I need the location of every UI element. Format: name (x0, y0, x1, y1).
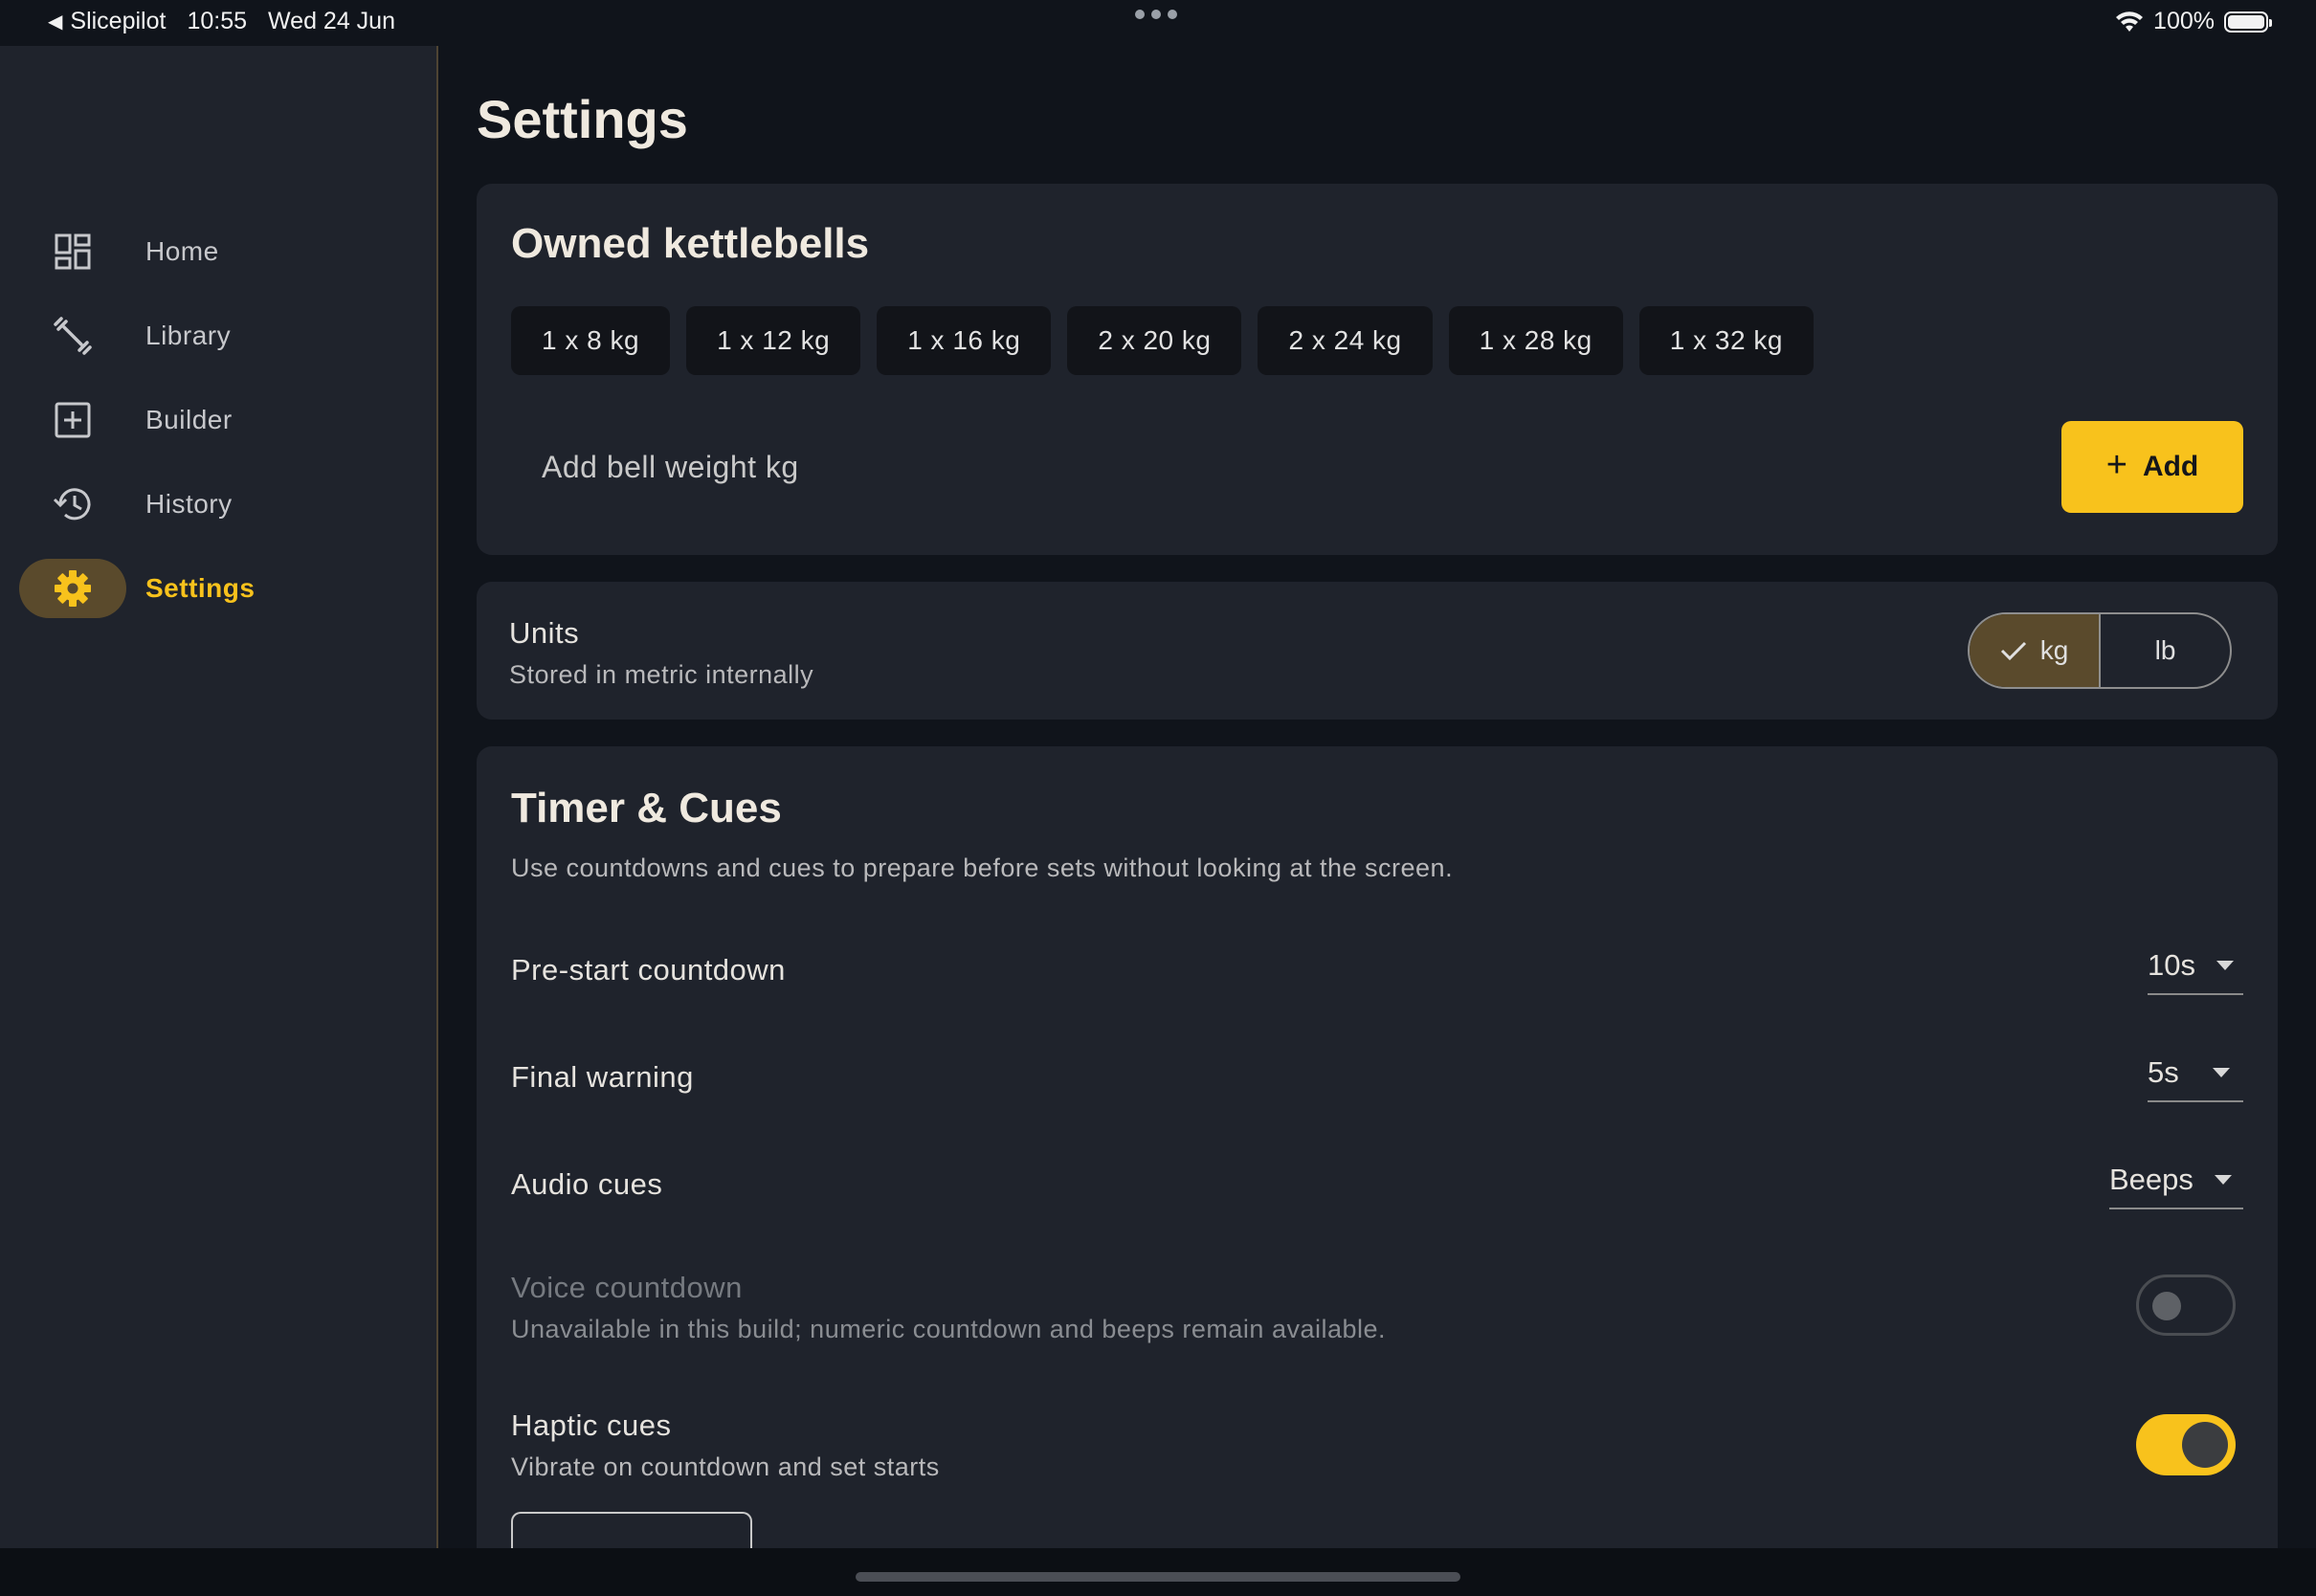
units-segmented-control: kg lb (1968, 612, 2232, 689)
audio-cues-value: Beeps (2109, 1163, 2194, 1196)
voice-countdown-subtitle: Unavailable in this build; numeric count… (511, 1315, 1387, 1343)
kettlebell-chip[interactable]: 1 x 12 kg (686, 306, 861, 375)
status-left: ◀ Slicepilot 10:55 Wed 24 Jun (48, 8, 395, 35)
status-bar: ◀ Slicepilot 10:55 Wed 24 Jun 100% (0, 0, 2316, 46)
add-box-icon (19, 390, 126, 450)
final-warning-label: Final warning (511, 1060, 694, 1094)
kettlebell-chip-list: 1 x 8 kg 1 x 12 kg 1 x 16 kg 2 x 20 kg 2… (511, 306, 1814, 375)
sidebar-item-builder[interactable]: Builder (19, 388, 421, 452)
timer-cues-title: Timer & Cues (511, 785, 782, 831)
kettlebell-chip[interactable]: 1 x 32 kg (1638, 306, 1814, 375)
home-indicator[interactable] (856, 1572, 1460, 1582)
kettlebell-chip[interactable]: 1 x 16 kg (877, 306, 1052, 375)
battery-icon (2224, 11, 2272, 33)
add-bell-button[interactable]: + Add (2061, 421, 2243, 513)
history-icon (19, 475, 126, 534)
pre-start-select[interactable]: 10s (2148, 938, 2243, 995)
sidebar-item-home[interactable]: Home (19, 220, 421, 283)
voice-countdown-row: Voice countdown Unavailable in this buil… (511, 1271, 1386, 1344)
battery-percent: 100% (2153, 8, 2215, 34)
kettlebells-card: Owned kettlebells 1 x 8 kg 1 x 12 kg 1 x… (477, 184, 2278, 555)
kettlebell-chip[interactable]: 2 x 24 kg (1258, 306, 1433, 375)
sidebar-item-history[interactable]: History (19, 473, 421, 536)
dropdown-caret-icon (2213, 1068, 2230, 1077)
units-text: Units Stored in metric internally (509, 616, 813, 690)
bell-weight-input[interactable]: Add bell weight kg (542, 450, 799, 485)
units-option-lb[interactable]: lb (2101, 614, 2230, 687)
haptic-cues-label: Haptic cues (511, 1408, 672, 1442)
wifi-icon (2116, 11, 2144, 32)
sidebar-item-label: Library (145, 321, 232, 350)
dropdown-caret-icon (2214, 1175, 2232, 1185)
page-title: Settings (477, 89, 688, 149)
sidebar-item-label: Settings (145, 573, 256, 603)
dumbbell-icon (19, 306, 126, 366)
units-card: Units Stored in metric internally kg lb (477, 582, 2278, 720)
units-option-kg[interactable]: kg (1970, 614, 2101, 687)
back-app-label[interactable]: Slicepilot (70, 8, 166, 35)
final-warning-select[interactable]: 5s (2148, 1045, 2243, 1102)
sidebar-item-settings[interactable]: Settings (19, 557, 421, 620)
status-right: 100% (2115, 8, 2272, 35)
voice-countdown-toggle[interactable] (2136, 1275, 2236, 1336)
status-time: 10:55 (187, 8, 248, 34)
audio-cues-label: Audio cues (511, 1167, 663, 1201)
sidebar-item-library[interactable]: Library (19, 304, 421, 367)
sidebar-item-label: Builder (145, 405, 233, 434)
timer-cues-card: Timer & Cues Use countdowns and cues to … (477, 746, 2278, 1596)
audio-cues-select[interactable]: Beeps (2109, 1152, 2243, 1209)
pre-start-label: Pre-start countdown (511, 953, 786, 986)
kettlebell-chip[interactable]: 2 x 20 kg (1067, 306, 1242, 375)
kettlebell-chip[interactable]: 1 x 28 kg (1448, 306, 1623, 375)
units-title: Units (509, 616, 580, 650)
status-date: Wed 24 Jun (268, 8, 395, 34)
units-subtitle: Stored in metric internally (509, 660, 814, 689)
units-option-label: kg (2039, 635, 2069, 665)
voice-countdown-label: Voice countdown (511, 1271, 743, 1304)
pre-start-value: 10s (2148, 948, 2195, 982)
kettlebells-title: Owned kettlebells (511, 220, 870, 267)
dashboard-icon (19, 222, 126, 281)
dropdown-caret-icon (2216, 961, 2234, 970)
multitasking-dots-icon[interactable] (1135, 10, 1177, 19)
sidebar-item-label: History (145, 489, 233, 519)
haptic-cues-subtitle: Vibrate on countdown and set starts (511, 1452, 940, 1481)
kettlebell-chip[interactable]: 1 x 8 kg (511, 306, 671, 375)
timer-cues-description: Use countdowns and cues to prepare befor… (511, 853, 1454, 882)
haptic-cues-row: Haptic cues Vibrate on countdown and set… (511, 1408, 940, 1482)
haptic-cues-toggle[interactable] (2136, 1414, 2236, 1475)
check-icon (2000, 641, 2026, 661)
sidebar-item-label: Home (145, 236, 219, 266)
back-arrow-icon[interactable]: ◀ (48, 10, 62, 33)
final-warning-value: 5s (2148, 1055, 2179, 1089)
gear-icon (19, 559, 126, 618)
plus-icon: + (2105, 444, 2127, 485)
add-button-label: Add (2142, 451, 2199, 482)
units-option-label: lb (2154, 635, 2176, 665)
sidebar: Home Library Builder History Settings (0, 46, 438, 1548)
